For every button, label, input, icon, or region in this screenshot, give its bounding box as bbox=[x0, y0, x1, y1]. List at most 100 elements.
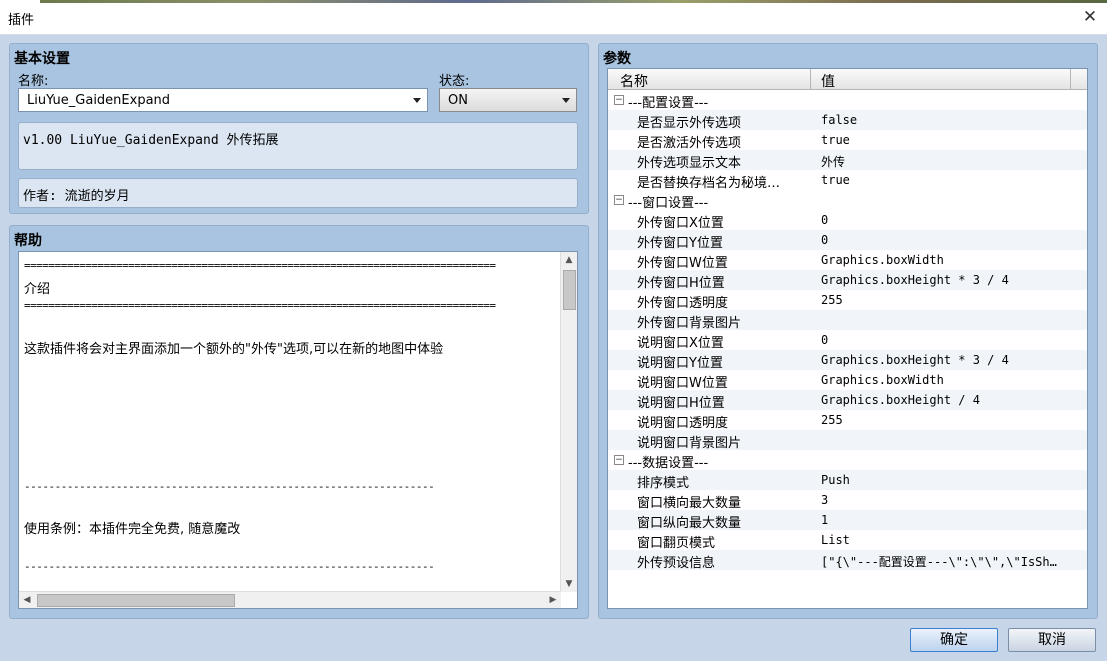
param-value: false bbox=[821, 113, 858, 127]
description-text: v1.00 LiuYue_GaidenExpand 外传拓展 bbox=[23, 133, 279, 148]
param-row[interactable]: 外传窗口H位置 Graphics.boxHeight * 3 / 4 bbox=[608, 270, 1087, 291]
param-row[interactable]: 外传预设信息 ["{\"---配置设置---\":\"\",\"IsSh… bbox=[608, 550, 1087, 571]
param-value: 0 bbox=[821, 213, 829, 227]
scroll-right-icon[interactable]: ▶ bbox=[545, 592, 561, 608]
close-icon[interactable]: ✕ bbox=[1081, 8, 1099, 26]
chevron-down-icon bbox=[562, 98, 570, 103]
param-row[interactable]: 外传窗口背景图片 bbox=[608, 310, 1087, 331]
help-line: 介绍 bbox=[24, 282, 51, 297]
param-row[interactable]: 是否替换存档名为秘境… true bbox=[608, 170, 1087, 191]
param-group-row[interactable]: − ---窗口设置--- bbox=[608, 190, 1087, 211]
help-line: ----------------------------------------… bbox=[24, 480, 435, 493]
status-value: ON bbox=[448, 93, 468, 108]
collapse-icon[interactable]: − bbox=[614, 195, 624, 205]
param-name: 外传窗口W位置 bbox=[637, 256, 728, 271]
param-group-row[interactable]: − ---数据设置--- bbox=[608, 450, 1087, 471]
author-box: 作者: 流逝的岁月 bbox=[18, 178, 578, 208]
description-box: v1.00 LiuYue_GaidenExpand 外传拓展 bbox=[18, 122, 578, 170]
param-value: Graphics.boxWidth bbox=[821, 253, 944, 267]
param-row[interactable]: 窗口横向最大数量 3 bbox=[608, 490, 1087, 511]
param-row[interactable]: 排序模式 Push bbox=[608, 470, 1087, 491]
column-header-value[interactable]: 值 bbox=[821, 71, 835, 91]
param-name: 是否替换存档名为秘境… bbox=[637, 176, 781, 191]
column-header-name[interactable]: 名称 bbox=[620, 71, 648, 91]
param-row[interactable]: 窗口纵向最大数量 1 bbox=[608, 510, 1087, 531]
param-name: ---窗口设置--- bbox=[628, 196, 709, 211]
collapse-icon[interactable]: − bbox=[614, 455, 624, 465]
param-name: ---配置设置--- bbox=[628, 96, 709, 111]
basic-settings-title: 基本设置 bbox=[14, 51, 70, 67]
status-select[interactable]: ON bbox=[439, 88, 577, 112]
help-line: ----------------------------------------… bbox=[24, 560, 435, 573]
param-row[interactable]: 外传选项显示文本 外传 bbox=[608, 150, 1087, 171]
param-name: 说明窗口W位置 bbox=[637, 376, 728, 391]
param-value: 255 bbox=[821, 293, 843, 307]
param-name: 窗口翻页模式 bbox=[637, 536, 716, 551]
param-row[interactable]: 是否显示外传选项 false bbox=[608, 110, 1087, 131]
param-name: 说明窗口Y位置 bbox=[637, 356, 723, 371]
param-name: 外传窗口Y位置 bbox=[637, 236, 723, 251]
param-row[interactable]: 窗口翻页模式 List bbox=[608, 530, 1087, 551]
param-value: 0 bbox=[821, 333, 829, 347]
column-divider[interactable] bbox=[1070, 69, 1071, 89]
param-row[interactable]: 说明窗口H位置 Graphics.boxHeight / 4 bbox=[608, 390, 1087, 411]
param-name: 说明窗口H位置 bbox=[637, 396, 725, 411]
param-name: 外传选项显示文本 bbox=[637, 156, 742, 171]
param-value: 外传 bbox=[821, 155, 846, 169]
status-label: 状态: bbox=[439, 74, 470, 89]
param-value: true bbox=[821, 133, 850, 147]
param-value: Graphics.boxHeight / 4 bbox=[821, 393, 980, 407]
help-vertical-scrollbar[interactable]: ▲ ▼ bbox=[560, 252, 577, 592]
help-line: 使用条例：本插件完全免费, 随意魔改 bbox=[24, 522, 241, 537]
param-value: true bbox=[821, 173, 850, 187]
scroll-left-icon[interactable]: ◀ bbox=[19, 592, 35, 608]
scroll-thumb[interactable] bbox=[563, 270, 576, 310]
param-value: Graphics.boxWidth bbox=[821, 373, 944, 387]
params-table-header: 名称 值 bbox=[608, 69, 1087, 90]
param-value: Push bbox=[821, 473, 850, 487]
ok-button[interactable]: 确定 bbox=[910, 628, 998, 652]
param-row[interactable]: 外传窗口透明度 255 bbox=[608, 290, 1087, 311]
param-name: 外传窗口X位置 bbox=[637, 216, 724, 231]
scroll-down-icon[interactable]: ▼ bbox=[561, 576, 577, 592]
help-textarea[interactable]: ========================================… bbox=[18, 251, 578, 609]
help-title: 帮助 bbox=[14, 233, 42, 249]
param-value: Graphics.boxHeight * 3 / 4 bbox=[821, 273, 1009, 287]
param-row[interactable]: 说明窗口透明度 255 bbox=[608, 410, 1087, 431]
param-row[interactable]: 外传窗口X位置 0 bbox=[608, 210, 1087, 231]
param-value: 1 bbox=[821, 513, 829, 527]
cancel-button[interactable]: 取消 bbox=[1008, 628, 1096, 652]
help-line: 这款插件将会对主界面添加一个额外的"外传"选项,可以在新的地图中体验 bbox=[24, 342, 444, 357]
param-row[interactable]: 说明窗口W位置 Graphics.boxWidth bbox=[608, 370, 1087, 391]
column-divider[interactable] bbox=[810, 69, 811, 89]
param-name: 外传窗口透明度 bbox=[637, 296, 729, 311]
plugin-name-select[interactable]: LiuYue_GaidenExpand bbox=[18, 88, 428, 112]
param-name: 窗口横向最大数量 bbox=[637, 496, 742, 511]
param-value: Graphics.boxHeight * 3 / 4 bbox=[821, 353, 1009, 367]
param-row[interactable]: 是否激活外传选项 true bbox=[608, 130, 1087, 151]
author-text: 作者: 流逝的岁月 bbox=[23, 189, 130, 204]
basic-settings-panel: 基本设置 名称: LiuYue_GaidenExpand 状态: ON v1.0… bbox=[9, 43, 589, 214]
param-name: ---数据设置--- bbox=[628, 456, 709, 471]
param-name: 排序模式 bbox=[637, 476, 690, 491]
scroll-up-icon[interactable]: ▲ bbox=[561, 252, 577, 268]
param-row[interactable]: 说明窗口Y位置 Graphics.boxHeight * 3 / 4 bbox=[608, 350, 1087, 371]
help-horizontal-scrollbar[interactable]: ◀ ▶ bbox=[19, 591, 561, 608]
param-name: 说明窗口X位置 bbox=[637, 336, 724, 351]
scroll-thumb[interactable] bbox=[37, 594, 235, 607]
help-line: ========================================… bbox=[24, 299, 496, 312]
name-label: 名称: bbox=[18, 74, 49, 89]
param-row[interactable]: 外传窗口W位置 Graphics.boxWidth bbox=[608, 250, 1087, 271]
window-title: 插件 bbox=[8, 13, 35, 28]
collapse-icon[interactable]: − bbox=[614, 95, 624, 105]
param-name: 说明窗口透明度 bbox=[637, 416, 729, 431]
param-name: 外传预设信息 bbox=[637, 556, 716, 571]
param-row[interactable]: 说明窗口背景图片 bbox=[608, 430, 1087, 451]
param-row[interactable]: 说明窗口X位置 0 bbox=[608, 330, 1087, 351]
background-strip bbox=[40, 0, 1107, 3]
param-row[interactable]: 外传窗口Y位置 0 bbox=[608, 230, 1087, 251]
param-group-row[interactable]: − ---配置设置--- bbox=[608, 90, 1087, 111]
param-name: 窗口纵向最大数量 bbox=[637, 516, 742, 531]
params-title: 参数 bbox=[603, 51, 631, 67]
params-table: 名称 值 − ---配置设置--- 是否显示外传选项 false 是否激活外传选项 tru… bbox=[607, 68, 1088, 609]
